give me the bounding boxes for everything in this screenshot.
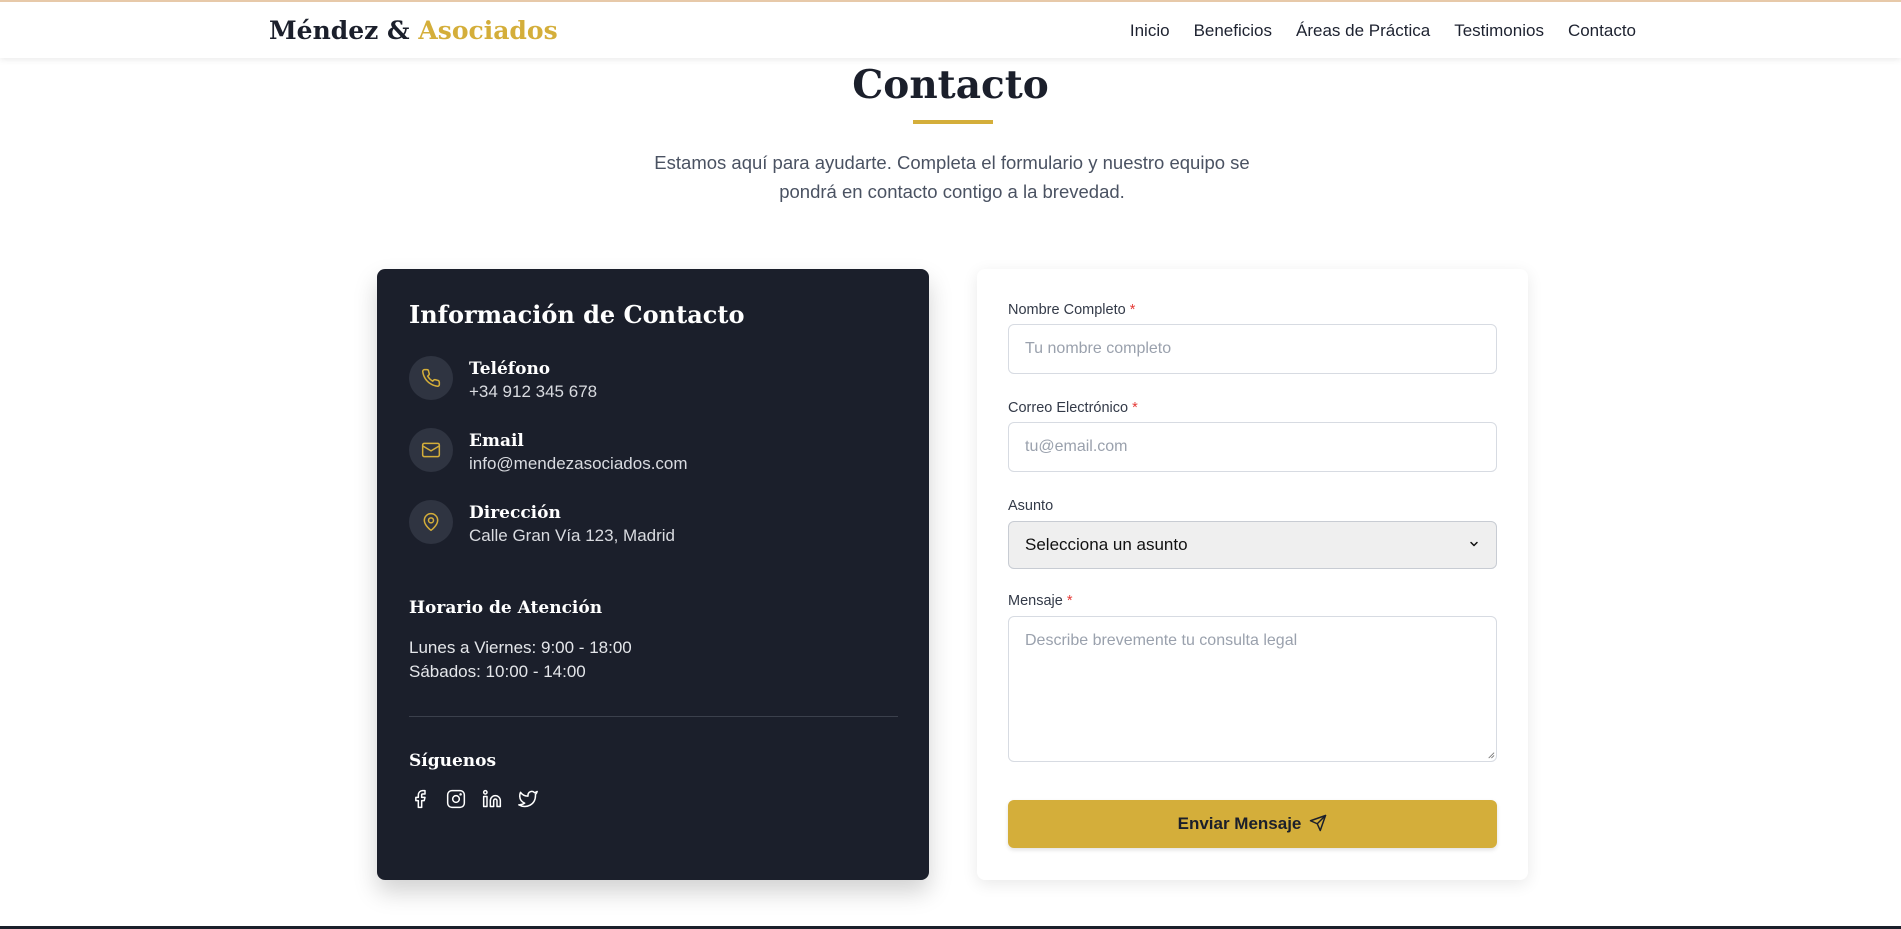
site-header: Méndez & Asociados Inicio Beneficios Áre… xyxy=(0,0,1901,58)
main-nav: Inicio Beneficios Áreas de Práctica Test… xyxy=(1130,21,1636,41)
phone-icon xyxy=(409,356,453,400)
required-mark: * xyxy=(1066,593,1073,609)
nav-testimonios[interactable]: Testimonios xyxy=(1454,21,1544,41)
contact-form-card: Nombre Completo * Correo Electrónico * A… xyxy=(977,269,1528,880)
resize-handle-icon[interactable] xyxy=(1486,750,1495,759)
subject-select[interactable]: Selecciona un asunto xyxy=(1008,521,1497,569)
submit-button[interactable]: Enviar Mensaje xyxy=(1008,800,1497,848)
required-mark: * xyxy=(1129,302,1136,318)
section-title: Contacto xyxy=(852,62,1049,108)
nav-areas-de-practica[interactable]: Áreas de Práctica xyxy=(1296,21,1430,41)
twitter-icon[interactable] xyxy=(517,788,539,810)
instagram-icon[interactable] xyxy=(445,788,467,810)
section-description: Estamos aquí para ayudarte. Completa el … xyxy=(654,152,1250,202)
title-underline xyxy=(913,120,993,124)
hours-title: Horario de Atención xyxy=(409,598,603,618)
contact-info-card: Información de Contacto Teléfono +34 912… xyxy=(377,269,929,880)
subject-selected-value: Selecciona un asunto xyxy=(1025,535,1188,554)
email-label-text: Correo Electrónico xyxy=(1008,400,1129,416)
email-label: Email xyxy=(469,431,524,451)
hours-weekdays: Lunes a Viernes: 9:00 - 18:00 xyxy=(409,638,632,657)
brand-name: Méndez & xyxy=(269,16,410,45)
address-label: Dirección xyxy=(469,503,561,523)
contact-item-email: Email info@mendezasociados.com xyxy=(409,428,688,476)
contact-item-phone: Teléfono +34 912 345 678 xyxy=(409,356,597,404)
nav-beneficios[interactable]: Beneficios xyxy=(1194,21,1272,41)
required-mark: * xyxy=(1132,400,1138,416)
send-icon xyxy=(1309,814,1327,835)
nav-contacto[interactable]: Contacto xyxy=(1568,21,1636,41)
hours-saturday: Sábados: 10:00 - 14:00 xyxy=(409,662,586,681)
contact-info-title: Información de Contacto xyxy=(409,300,745,329)
contact-item-address: Dirección Calle Gran Vía 123, Madrid xyxy=(409,500,675,548)
name-input[interactable] xyxy=(1008,324,1497,374)
mail-icon xyxy=(409,428,453,472)
message-textarea[interactable] xyxy=(1008,616,1497,762)
phone-label: Teléfono xyxy=(469,359,551,379)
nav-inicio[interactable]: Inicio xyxy=(1130,21,1170,41)
phone-value: +34 912 345 678 xyxy=(469,382,598,401)
email-field-label: Correo Electrónico * xyxy=(1008,400,1138,416)
subject-label: Asunto xyxy=(1008,498,1054,514)
message-label: Mensaje * xyxy=(1008,593,1073,609)
email-value: info@mendezasociados.com xyxy=(469,454,688,473)
social-links xyxy=(409,788,539,810)
linkedin-icon[interactable] xyxy=(481,788,503,810)
divider xyxy=(409,716,898,717)
chevron-down-icon xyxy=(1468,535,1480,555)
facebook-icon[interactable] xyxy=(409,788,431,810)
name-label-text: Nombre Completo xyxy=(1008,302,1126,318)
address-value: Calle Gran Vía 123, Madrid xyxy=(469,526,675,545)
map-pin-icon xyxy=(409,500,453,544)
brand-accent: Asociados xyxy=(418,16,558,45)
name-label: Nombre Completo * xyxy=(1008,302,1135,318)
submit-label: Enviar Mensaje xyxy=(1177,814,1302,833)
brand-logo[interactable]: Méndez & Asociados xyxy=(269,16,558,45)
message-label-text: Mensaje xyxy=(1008,593,1063,609)
follow-title: Síguenos xyxy=(409,751,497,771)
email-input[interactable] xyxy=(1008,422,1497,472)
